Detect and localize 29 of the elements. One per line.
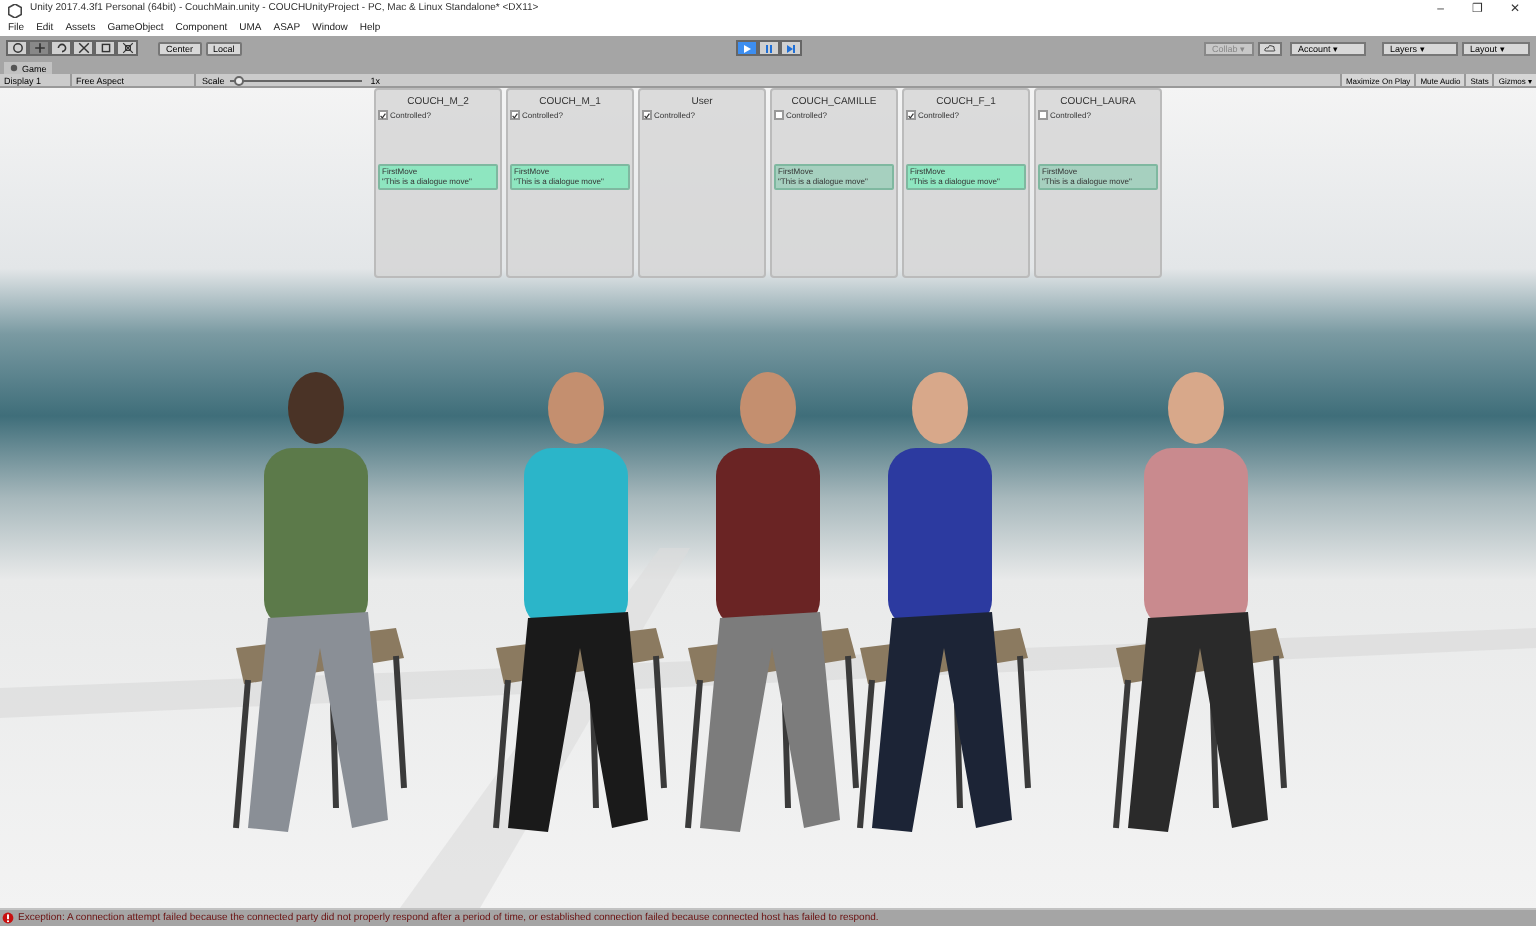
pause-icon xyxy=(764,43,775,53)
check-icon xyxy=(644,111,650,119)
tool-button[interactable] xyxy=(72,40,94,56)
play-button[interactable] xyxy=(736,40,759,56)
checkbox[interactable] xyxy=(378,110,388,120)
check-icon xyxy=(512,111,518,119)
check-icon xyxy=(380,111,386,119)
check-icon xyxy=(908,111,914,119)
transform-tool-icon xyxy=(121,42,133,54)
checkbox[interactable] xyxy=(906,110,916,120)
checkbox[interactable] xyxy=(1038,110,1048,120)
tool-button[interactable] xyxy=(50,40,72,56)
step-icon xyxy=(786,43,797,53)
cloud-icon xyxy=(1264,44,1276,52)
checkbox[interactable] xyxy=(774,110,784,120)
tool-button[interactable] xyxy=(116,40,138,56)
checkbox[interactable] xyxy=(510,110,520,120)
tool-button[interactable] xyxy=(6,40,28,56)
step-button[interactable] xyxy=(780,40,803,56)
checkbox[interactable] xyxy=(642,110,652,120)
cloud-button[interactable] xyxy=(1258,41,1282,55)
move-tool-icon xyxy=(33,42,45,54)
tool-button[interactable] xyxy=(94,40,116,56)
error-icon xyxy=(2,912,14,924)
rect-tool-icon xyxy=(99,42,111,54)
play-icon xyxy=(742,43,753,53)
rotate-tool-icon xyxy=(55,42,67,54)
pause-button[interactable] xyxy=(758,40,781,56)
scale-slider[interactable] xyxy=(230,75,363,85)
